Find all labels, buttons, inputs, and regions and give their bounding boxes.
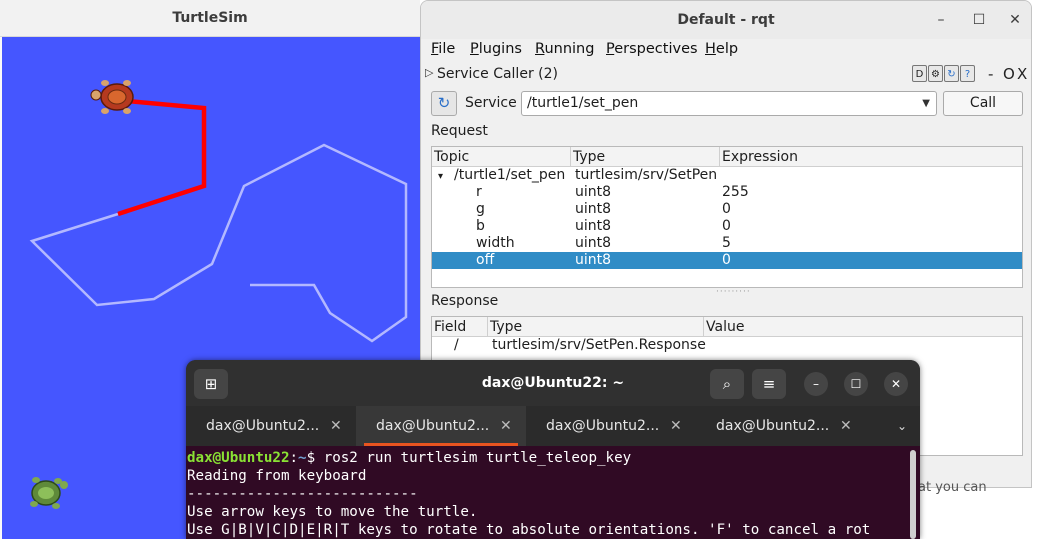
table-row-type: uint8 (575, 252, 612, 268)
response-col-value[interactable]: Value (704, 317, 1022, 337)
terminal-scrollbar[interactable] (910, 450, 916, 539)
service-combobox[interactable]: /turtle1/set_pen ▼ (521, 91, 937, 116)
table-row-expression[interactable]: 5 (722, 235, 731, 252)
request-tree[interactable]: Topic Type Expression ▾ /turtle1/set_pen… (431, 146, 1023, 288)
plugin-title-bar: ▷ Service Caller (2) D ⚙ ↻ ? - O X (421, 63, 1031, 87)
request-label: Request (431, 123, 488, 139)
table-row-type: uint8 (575, 235, 612, 251)
tab-close-icon[interactable]: ✕ (670, 406, 682, 446)
minimize-icon[interactable]: – (931, 10, 951, 30)
terminal-tab-3[interactable]: dax@Ubuntu2... ✕ (526, 406, 696, 446)
menu-file[interactable]: File (431, 41, 455, 57)
turtle2-sprite (30, 477, 68, 509)
maximize-icon[interactable]: ☐ (844, 372, 868, 396)
tab-label: dax@Ubuntu2... (546, 418, 660, 434)
plugin-minimize-button[interactable]: - (988, 65, 993, 83)
table-row-expression[interactable]: 0 (722, 252, 731, 269)
plugin-close-button[interactable]: X (1017, 65, 1027, 83)
terminal-command-line: dax@Ubuntu22:~$ ros2 run turtlesim turtl… (187, 450, 632, 466)
request-col-topic[interactable]: Topic (432, 147, 571, 167)
background-text: at you can (918, 480, 987, 495)
refresh-icon[interactable]: ↻ (431, 91, 457, 116)
maximize-icon[interactable]: ☐ (969, 10, 989, 30)
table-row-topic[interactable]: r (476, 184, 482, 201)
table-row-type: uint8 (575, 218, 612, 234)
plugin-float-button[interactable]: O (1003, 65, 1015, 83)
close-icon[interactable]: ✕ (1005, 10, 1025, 30)
terminal-headerbar: dax@Ubuntu22: ~ ⊞ ⌕ ≡ – ☐ ✕ (186, 360, 920, 406)
turtle1-sprite (90, 80, 134, 114)
tab-label: dax@Ubuntu2... (376, 418, 490, 434)
prompt-user: dax@Ubuntu22 (187, 450, 290, 466)
dock-icon[interactable]: D (912, 65, 927, 82)
terminal-line: Use G|B|V|C|D|E|R|T keys to rotate to ab… (187, 522, 871, 538)
tab-close-icon[interactable]: ✕ (840, 406, 852, 446)
expand-triangle-icon[interactable]: ▾ (438, 168, 443, 185)
table-row-topic[interactable]: off (476, 252, 494, 269)
help-icon[interactable]: ? (960, 65, 975, 82)
terminal-line: Use arrow keys to move the turtle. (187, 504, 478, 520)
menu-help[interactable]: Help (705, 41, 738, 57)
table-row-topic[interactable]: /turtle1/set_pen (454, 167, 565, 184)
minimize-icon[interactable]: – (804, 372, 828, 396)
table-row-type: uint8 (575, 184, 612, 200)
tab-label: dax@Ubuntu2... (206, 418, 320, 434)
table-row-field[interactable]: / (454, 337, 459, 354)
terminal-line: --------------------------- (187, 486, 418, 502)
request-col-expression[interactable]: Expression (720, 147, 1022, 167)
menu-perspectives[interactable]: Perspectives (606, 41, 698, 57)
table-row-type: turtlesim/srv/SetPen (575, 167, 717, 183)
terminal-window: dax@Ubuntu22: ~ ⊞ ⌕ ≡ – ☐ ✕ dax@Ubuntu2.… (186, 360, 920, 539)
new-tab-icon[interactable]: ⊞ (194, 369, 228, 399)
call-button[interactable]: Call (943, 91, 1023, 116)
terminal-line: Reading from keyboard (187, 468, 367, 484)
terminal-tab-1[interactable]: dax@Ubuntu2... ✕ (186, 406, 356, 446)
table-row-expression[interactable]: 0 (722, 201, 731, 218)
table-row-expression[interactable]: 0 (722, 218, 731, 235)
gear-icon[interactable]: ⚙ (928, 65, 943, 82)
service-row: ↻ Service /turtle1/set_pen ▼ Call (429, 91, 1025, 117)
chevron-down-icon[interactable]: ⌄ (890, 406, 914, 446)
tab-close-icon[interactable]: ✕ (500, 406, 512, 446)
reload-icon[interactable]: ↻ (944, 65, 959, 82)
close-icon[interactable]: ✕ (884, 372, 908, 396)
table-row-type: turtlesim/srv/SetPen.Response (492, 337, 706, 353)
table-row-topic[interactable]: b (476, 218, 485, 235)
prompt-path: ~ (298, 450, 307, 466)
plugin-title: Service Caller (2) (437, 66, 558, 82)
search-icon[interactable]: ⌕ (710, 369, 744, 399)
terminal-tab-2[interactable]: dax@Ubuntu2... ✕ (356, 406, 526, 446)
request-col-type[interactable]: Type (571, 147, 720, 167)
trail-light (29, 143, 408, 343)
collapse-triangle-icon[interactable]: ▷ (425, 66, 433, 79)
terminal-command: ros2 run turtlesim turtle_teleop_key (323, 450, 632, 466)
table-row-type: uint8 (575, 201, 612, 217)
menu-plugins[interactable]: Plugins (470, 41, 522, 57)
response-label: Response (431, 293, 499, 309)
turtlesim-title: TurtleSim (0, 0, 420, 37)
hamburger-menu-icon[interactable]: ≡ (752, 369, 786, 399)
response-col-type[interactable]: Type (488, 317, 704, 337)
menu-running[interactable]: Running (535, 41, 594, 57)
menu-bar: File Plugins Running Perspectives Help (421, 39, 1031, 61)
splitter-handle[interactable]: ········· (716, 287, 751, 297)
trail-red (117, 98, 207, 217)
tab-close-icon[interactable]: ✕ (330, 406, 342, 446)
tab-label: dax@Ubuntu2... (716, 418, 830, 434)
table-row-topic[interactable]: width (476, 235, 515, 252)
service-label: Service (465, 95, 517, 111)
service-value: /turtle1/set_pen (527, 95, 639, 111)
terminal-output[interactable]: dax@Ubuntu22:~$ ros2 run turtlesim turtl… (186, 446, 920, 539)
chevron-down-icon: ▼ (922, 98, 930, 109)
table-row-topic[interactable]: g (476, 201, 485, 218)
response-col-field[interactable]: Field (432, 317, 488, 337)
terminal-tab-4[interactable]: dax@Ubuntu2... ✕ (696, 406, 866, 446)
terminal-tabs: dax@Ubuntu2... ✕ dax@Ubuntu2... ✕ dax@Ub… (186, 406, 920, 446)
table-row-expression[interactable]: 255 (722, 184, 749, 201)
